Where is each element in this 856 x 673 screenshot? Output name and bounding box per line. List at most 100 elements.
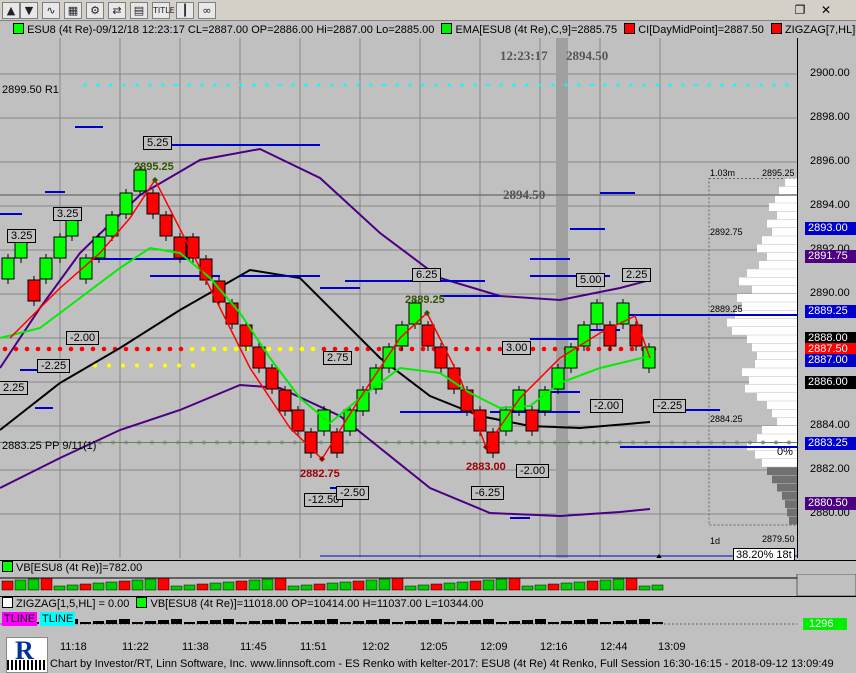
zz-bar [483,619,494,624]
tline-tag-2[interactable]: TLINE [40,612,76,626]
renko-brick [173,236,187,259]
zz-bar [470,620,481,624]
box-label: -6.25 [471,486,505,500]
volume-profile-bar [787,508,797,517]
daymid-dot [299,346,305,352]
zz-bar [626,620,637,624]
zz-bar [236,622,247,624]
volume-profile-bar [772,409,797,418]
swing-label: 2882.75 [300,468,340,480]
vp-level-3: 2884.25 [710,414,743,424]
r1-dot [174,83,178,87]
volume-profile-bar [745,384,797,393]
close-icon[interactable]: ✕ [818,3,834,17]
volume-bar [144,578,157,591]
volume-profile-bar [779,186,797,195]
daymid-dot [222,346,228,352]
compare-icon[interactable]: ⇄ [108,2,126,19]
renko-brick [1,257,15,280]
r1-dot [616,83,620,87]
volume-profile-bar [742,368,797,376]
daymid-dot [233,346,239,352]
volume-pane[interactable] [0,574,856,596]
renko-brick [252,346,266,369]
volume-profile-bar [762,459,797,467]
volume-profile-bar [762,236,797,244]
restore-icon[interactable]: ❐ [792,3,808,17]
renko-brick [265,367,279,390]
daymid-dot [46,346,52,352]
candle-icon[interactable]: ┃ [176,2,194,19]
price-tick: 2890.00 [810,287,850,299]
daymid-dot [68,346,74,352]
box-label: -2.25 [653,399,687,413]
zz-bar [366,620,377,624]
price-tick: 2900.00 [810,67,850,79]
box-label: 5.00 [576,273,606,287]
daymid-dot [189,346,195,352]
ci-label: CI[DayMidPoint]=2887.50 [638,24,764,36]
grid-icon[interactable]: ▦ [64,2,82,19]
vb-pane-label: VB[ESU8 (4t Re)]=782.00 [16,562,143,574]
settings-icon[interactable]: ⚙ [86,2,104,19]
volume-bar [508,577,521,591]
r1-dot [382,83,386,87]
r1-dot [655,83,659,87]
renko-brick [551,367,565,390]
zigzag-label: ZIGZAG[7,HL]= [784,24,856,36]
daymid-dot [453,346,459,352]
price-tag: 2893.00 [805,222,856,235]
volume-profile-bar [727,318,797,327]
zz-bar [106,620,117,624]
volume-profile-bar [785,178,797,187]
vb-pane-header: VB[ESU8 (4t Re)]=782.00 [0,560,856,575]
daymid-dot [277,346,283,352]
volume-bar [92,582,105,591]
volume-bar [274,577,287,591]
volume-bar [378,578,391,591]
volume-bar [105,581,118,591]
renko-brick [225,302,239,325]
renko-brick [304,431,318,454]
arrow-up-icon[interactable]: ▲ [2,2,20,19]
price-tick: 2884.00 [810,419,850,431]
r1-dot [590,83,594,87]
calendar-icon[interactable]: ▤ [130,2,148,19]
tline-tag-1[interactable]: TLINE [2,612,38,626]
volume-profile-bar [759,261,797,269]
line-chart-icon[interactable]: ∿ [42,2,60,19]
glasses-icon[interactable]: ∞ [198,2,216,19]
zz-bar [145,621,156,624]
r1-dot [447,83,451,87]
title-button[interactable]: TITLE [152,2,175,19]
volume-bar [131,579,144,591]
renko-brick [105,214,119,237]
pp-label: 2883.25 PP 9/11(1) [2,440,97,452]
volume-bar [521,585,534,591]
volume-bar [196,583,209,591]
zz-bar [353,621,364,624]
renko-brick [133,169,147,192]
zz-bar [457,621,468,624]
zz-bar [197,621,208,624]
price-tag: 2880.50 [805,497,856,510]
zz-pane[interactable] [0,610,856,638]
volume-bar [547,583,560,591]
renko-brick [538,389,552,412]
renko-brick [278,389,292,412]
volume-bar [27,578,40,591]
arrow-down-icon[interactable]: ▼ [20,2,38,19]
box-label: -2.00 [590,399,624,413]
price-tick: 2882.00 [810,463,850,475]
vb2-swatch-icon [136,597,148,608]
volume-profile-bar [777,211,797,220]
price-chart[interactable] [0,38,797,558]
zz-bar [132,622,143,624]
volume-profile-bar [762,426,797,434]
volume-bar [534,584,547,591]
r1-dot [564,83,568,87]
r1-dot [577,83,581,87]
r1-dot [330,83,334,87]
volume-bar [1,580,14,591]
box-label: -2.25 [37,359,71,373]
